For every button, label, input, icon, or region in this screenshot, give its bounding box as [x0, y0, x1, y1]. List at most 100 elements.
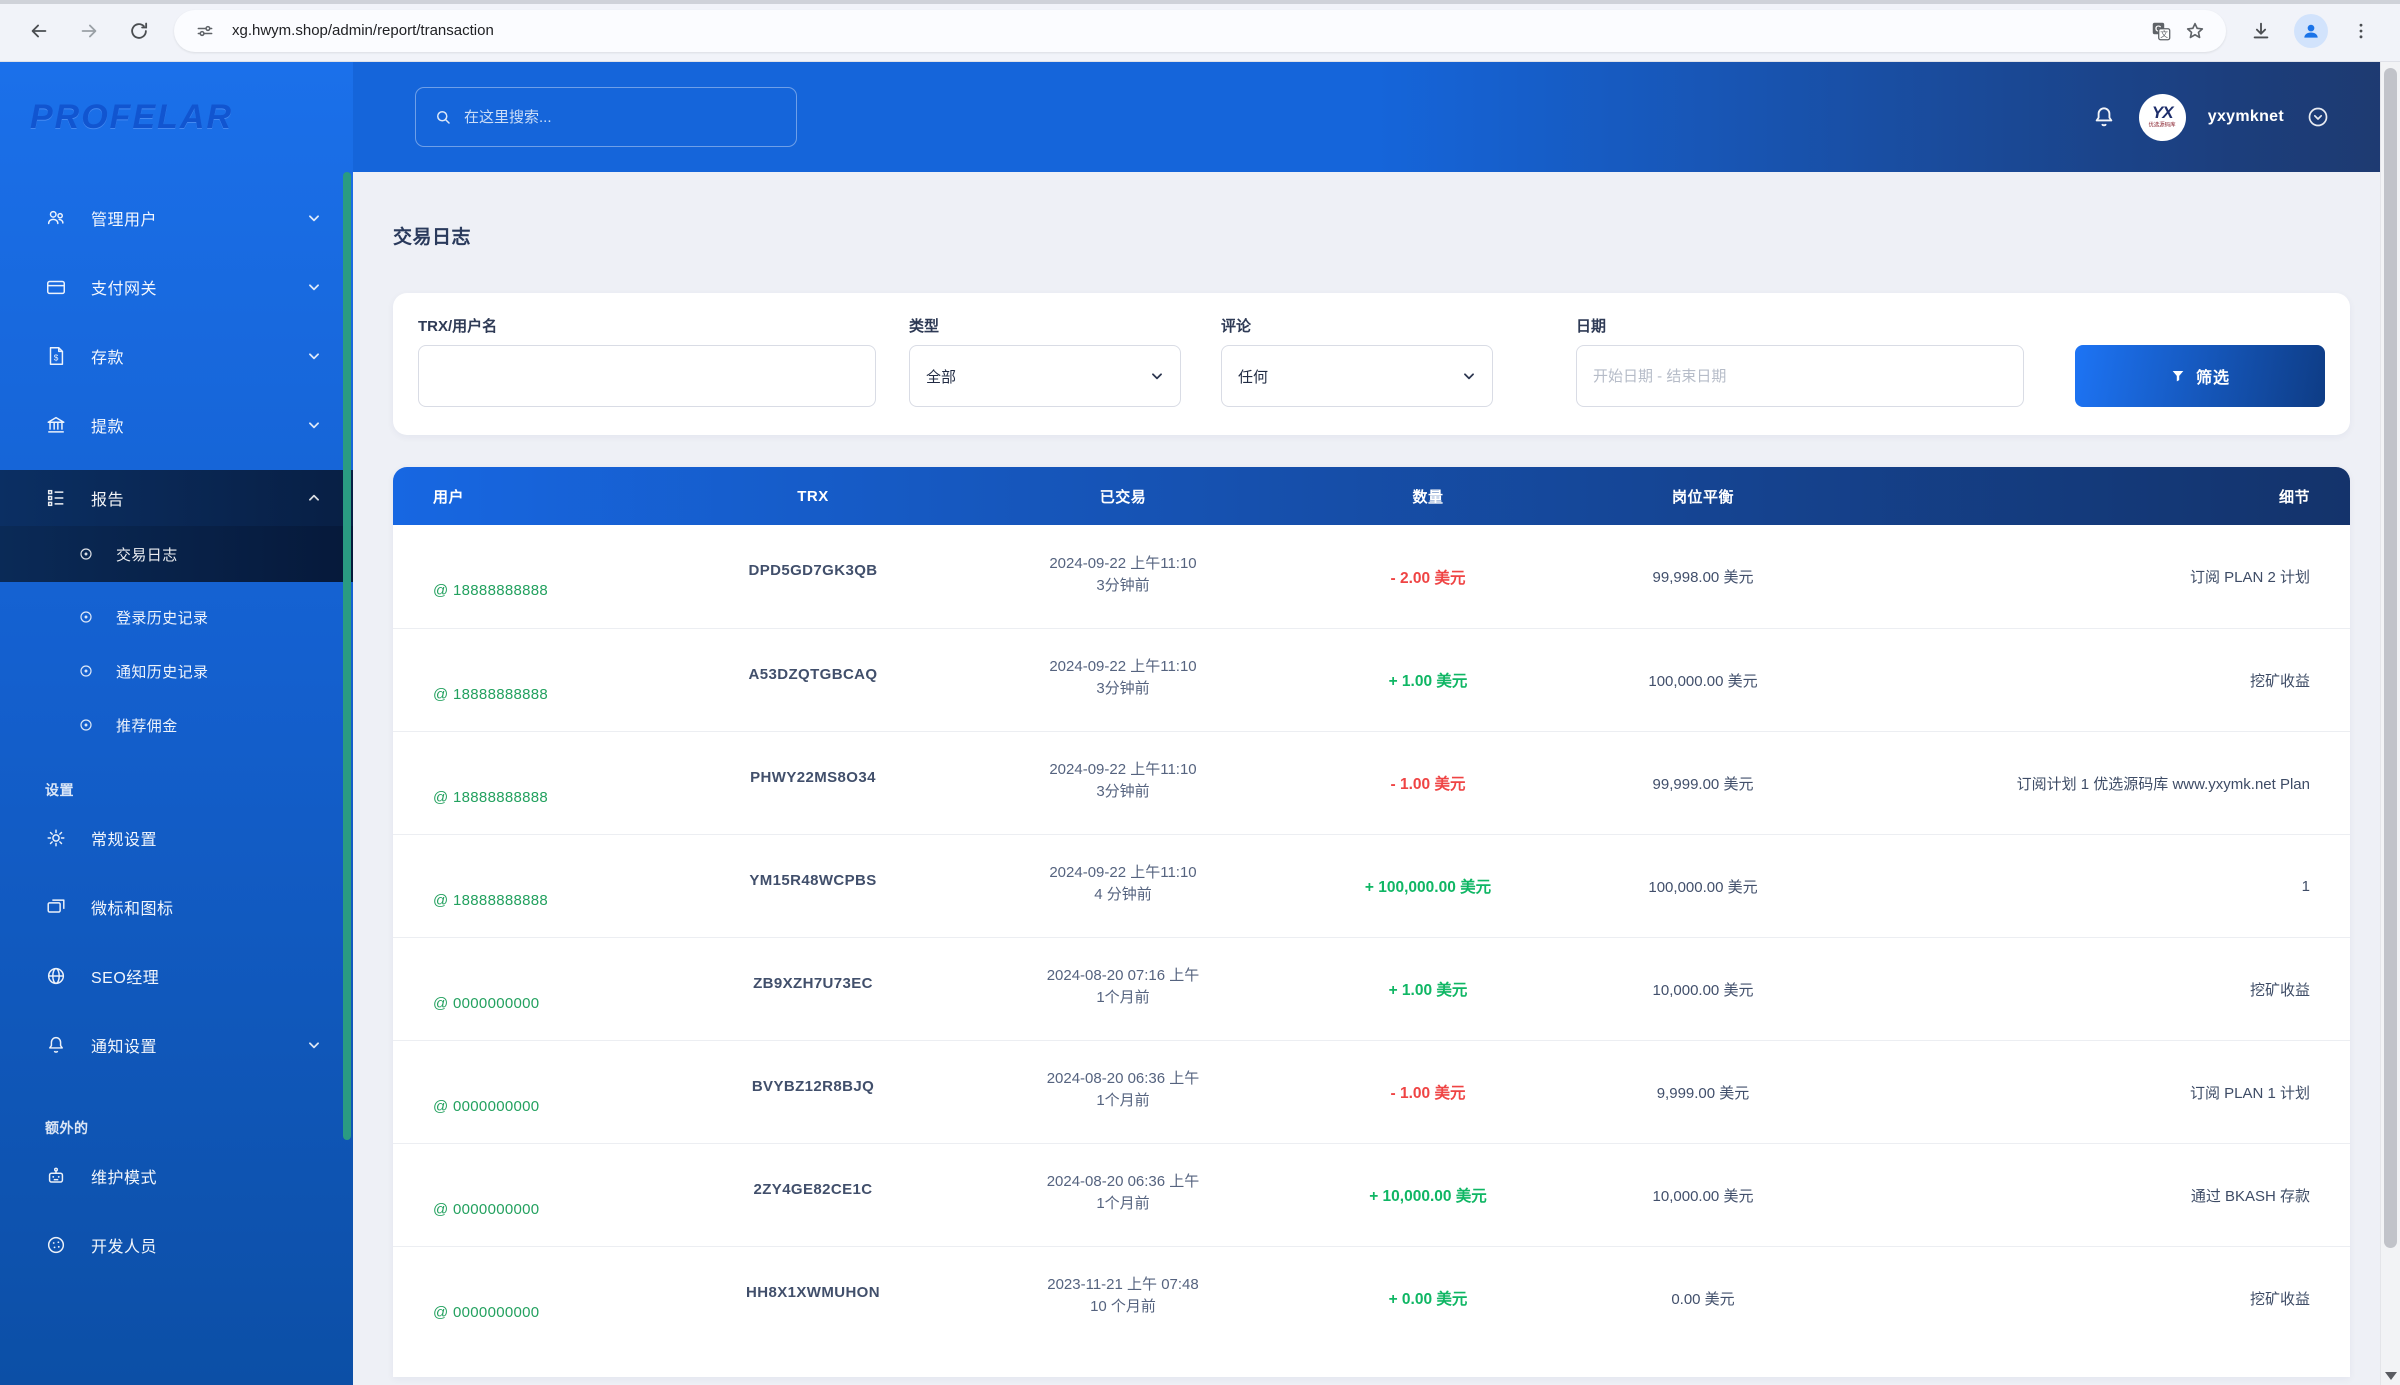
sidebar-subitem-transaction-log[interactable]: 交易日志 — [0, 526, 353, 582]
chevron-down-icon — [307, 1038, 321, 1052]
sidebar-subitem-label: 登录历史记录 — [116, 607, 208, 628]
sidebar-item-deposits[interactable]: $ 存款 — [0, 332, 353, 380]
row-amount: + 0.00 美元 — [1263, 1287, 1593, 1309]
row-date: 2024-08-20 07:16 上午 1个月前 — [983, 965, 1263, 1009]
row-user[interactable]: @ 0000000000 — [393, 995, 643, 1012]
gear-icon — [45, 827, 67, 849]
dot-circle-icon — [78, 546, 94, 562]
browser-profile-avatar[interactable] — [2294, 14, 2328, 48]
search-box[interactable] — [415, 87, 797, 147]
page-scrollbar[interactable] — [2380, 62, 2400, 1385]
sidebar-item-notification-settings[interactable]: 通知设置 — [0, 1021, 353, 1069]
row-date-line: 2024-09-22 上午11:10 — [983, 553, 1263, 575]
sidebar-item-label: 维护模式 — [91, 1164, 321, 1188]
user-menu-chevron-icon[interactable] — [2306, 105, 2330, 129]
brand-logo[interactable]: PROFELAR — [30, 98, 233, 137]
sidebar-item-reports[interactable]: 报告 — [0, 470, 353, 526]
sidebar-item-label: 常规设置 — [91, 826, 321, 850]
row-trx: HH8X1XWMUHON — [643, 1284, 983, 1301]
row-details: 订阅 PLAN 1 计划 — [1813, 1082, 2350, 1103]
sidebar-item-payment-gateway[interactable]: 支付网关 — [0, 263, 353, 311]
row-date-line: 2024-09-22 上午11:10 — [983, 656, 1263, 678]
filter-submit-label: 筛选 — [2196, 364, 2230, 388]
chevron-up-icon — [307, 491, 321, 505]
sidebar-item-withdrawals[interactable]: 提款 — [0, 401, 353, 449]
report-list-icon — [45, 487, 67, 509]
row-user[interactable]: @ 0000000000 — [393, 1304, 643, 1321]
browser-menu-icon[interactable] — [2342, 12, 2380, 50]
date-range-input[interactable] — [1593, 368, 2007, 385]
topbar: YX 优选源码库 yxymknet — [353, 62, 2400, 172]
sidebar-subitem-referral-commission[interactable]: 推荐佣金 — [0, 698, 353, 752]
sidebar-item-general-settings[interactable]: 常规设置 — [0, 814, 353, 862]
bookmark-star-icon[interactable] — [2178, 14, 2212, 48]
download-icon[interactable] — [2242, 12, 2280, 50]
sidebar-subitem-login-history[interactable]: 登录历史记录 — [0, 590, 353, 644]
table-row[interactable]: @ 0000000000 HH8X1XWMUHON 2023-11-21 上午 … — [393, 1246, 2350, 1349]
sidebar-subitem-notification-history[interactable]: 通知历史记录 — [0, 644, 353, 698]
row-post-balance: 10,000.00 美元 — [1593, 1185, 1813, 1206]
col-user: 用户 — [393, 486, 643, 507]
row-ago-line: 3分钟前 — [983, 781, 1263, 803]
filter-submit-button[interactable]: 筛选 — [2075, 345, 2325, 407]
notifications-bell-icon[interactable] — [2091, 104, 2117, 130]
row-date-line: 2024-08-20 06:36 上午 — [983, 1171, 1263, 1193]
col-post-balance: 岗位平衡 — [1593, 486, 1813, 507]
row-ago-line: 3分钟前 — [983, 575, 1263, 597]
page-title: 交易日志 — [393, 222, 2350, 249]
table-row[interactable]: @ 18888888888 YM15R48WCPBS 2024-09-22 上午… — [393, 834, 2350, 937]
sidebar-item-label: 支付网关 — [91, 275, 307, 299]
row-user[interactable]: @ 18888888888 — [393, 582, 643, 599]
forward-icon[interactable] — [70, 12, 108, 50]
row-user[interactable]: @ 18888888888 — [393, 892, 643, 909]
scrollbar-thumb[interactable] — [2384, 68, 2397, 1248]
sidebar-item-logo-icons[interactable]: 微标和图标 — [0, 883, 353, 931]
table-row[interactable]: @ 18888888888 DPD5GD7GK3QB 2024-09-22 上午… — [393, 525, 2350, 628]
sidebar-item-developers[interactable]: 开发人员 — [0, 1221, 353, 1269]
chevron-down-icon — [1462, 369, 1476, 383]
row-user[interactable]: @ 18888888888 — [393, 686, 643, 703]
search-input[interactable] — [464, 109, 778, 126]
sidebar-section-extra: 额外的 — [0, 1090, 353, 1152]
table-row[interactable]: @ 18888888888 PHWY22MS8O34 2024-09-22 上午… — [393, 731, 2350, 834]
row-user[interactable]: @ 0000000000 — [393, 1098, 643, 1115]
row-date-line: 2024-08-20 07:16 上午 — [983, 965, 1263, 987]
user-avatar[interactable]: YX 优选源码库 — [2139, 94, 2186, 141]
sidebar-scrollbar[interactable] — [343, 172, 351, 1140]
row-date-line: 2024-08-20 06:36 上午 — [983, 1068, 1263, 1090]
url-text[interactable]: xg.hwym.shop/admin/report/transaction — [232, 22, 2144, 39]
row-post-balance: 9,999.00 美元 — [1593, 1082, 1813, 1103]
table-row[interactable]: @ 0000000000 2ZY4GE82CE1C 2024-08-20 06:… — [393, 1143, 2350, 1246]
comment-label: 评论 — [1221, 315, 1493, 336]
row-user[interactable]: @ 0000000000 — [393, 1201, 643, 1218]
row-ago-line: 1个月前 — [983, 1090, 1263, 1112]
content: 交易日志 TRX/用户名 类型 全部 — [353, 172, 2400, 1385]
comment-select[interactable]: 任何 — [1221, 345, 1493, 407]
back-icon[interactable] — [20, 12, 58, 50]
translate-icon[interactable]: G文 — [2144, 14, 2178, 48]
scrollbar-down-arrow[interactable] — [2385, 1372, 2397, 1380]
sidebar-item-manage-users[interactable]: 管理用户 — [0, 194, 353, 242]
type-select[interactable]: 全部 — [909, 345, 1181, 407]
dot-circle-icon — [78, 609, 94, 625]
table-row[interactable]: @ 18888888888 A53DZQTGBCAQ 2024-09-22 上午… — [393, 628, 2350, 731]
reload-icon[interactable] — [120, 12, 158, 50]
table-row[interactable]: @ 0000000000 ZB9XZH7U73EC 2024-08-20 07:… — [393, 937, 2350, 1040]
bank-icon — [45, 414, 67, 436]
sidebar-item-seo-manager[interactable]: SEO经理 — [0, 952, 353, 1000]
svg-text:$: $ — [54, 354, 59, 363]
address-bar[interactable]: xg.hwym.shop/admin/report/transaction G文 — [174, 10, 2226, 52]
row-user[interactable]: @ 18888888888 — [393, 789, 643, 806]
trx-username-input[interactable] — [435, 368, 859, 385]
row-date-line: 2024-09-22 上午11:10 — [983, 862, 1263, 884]
table-row[interactable]: @ 0000000000 BVYBZ12R8BJQ 2024-08-20 06:… — [393, 1040, 2350, 1143]
row-amount: + 1.00 美元 — [1263, 669, 1593, 691]
sidebar-item-label: 提款 — [91, 413, 307, 437]
row-post-balance: 10,000.00 美元 — [1593, 979, 1813, 1000]
deposit-icon: $ — [45, 345, 67, 367]
site-settings-icon[interactable] — [188, 14, 222, 48]
svg-text:文: 文 — [2160, 28, 2168, 38]
type-label: 类型 — [909, 315, 1181, 336]
sidebar-subitem-label: 通知历史记录 — [116, 661, 208, 682]
sidebar-item-maintenance-mode[interactable]: 维护模式 — [0, 1152, 353, 1200]
